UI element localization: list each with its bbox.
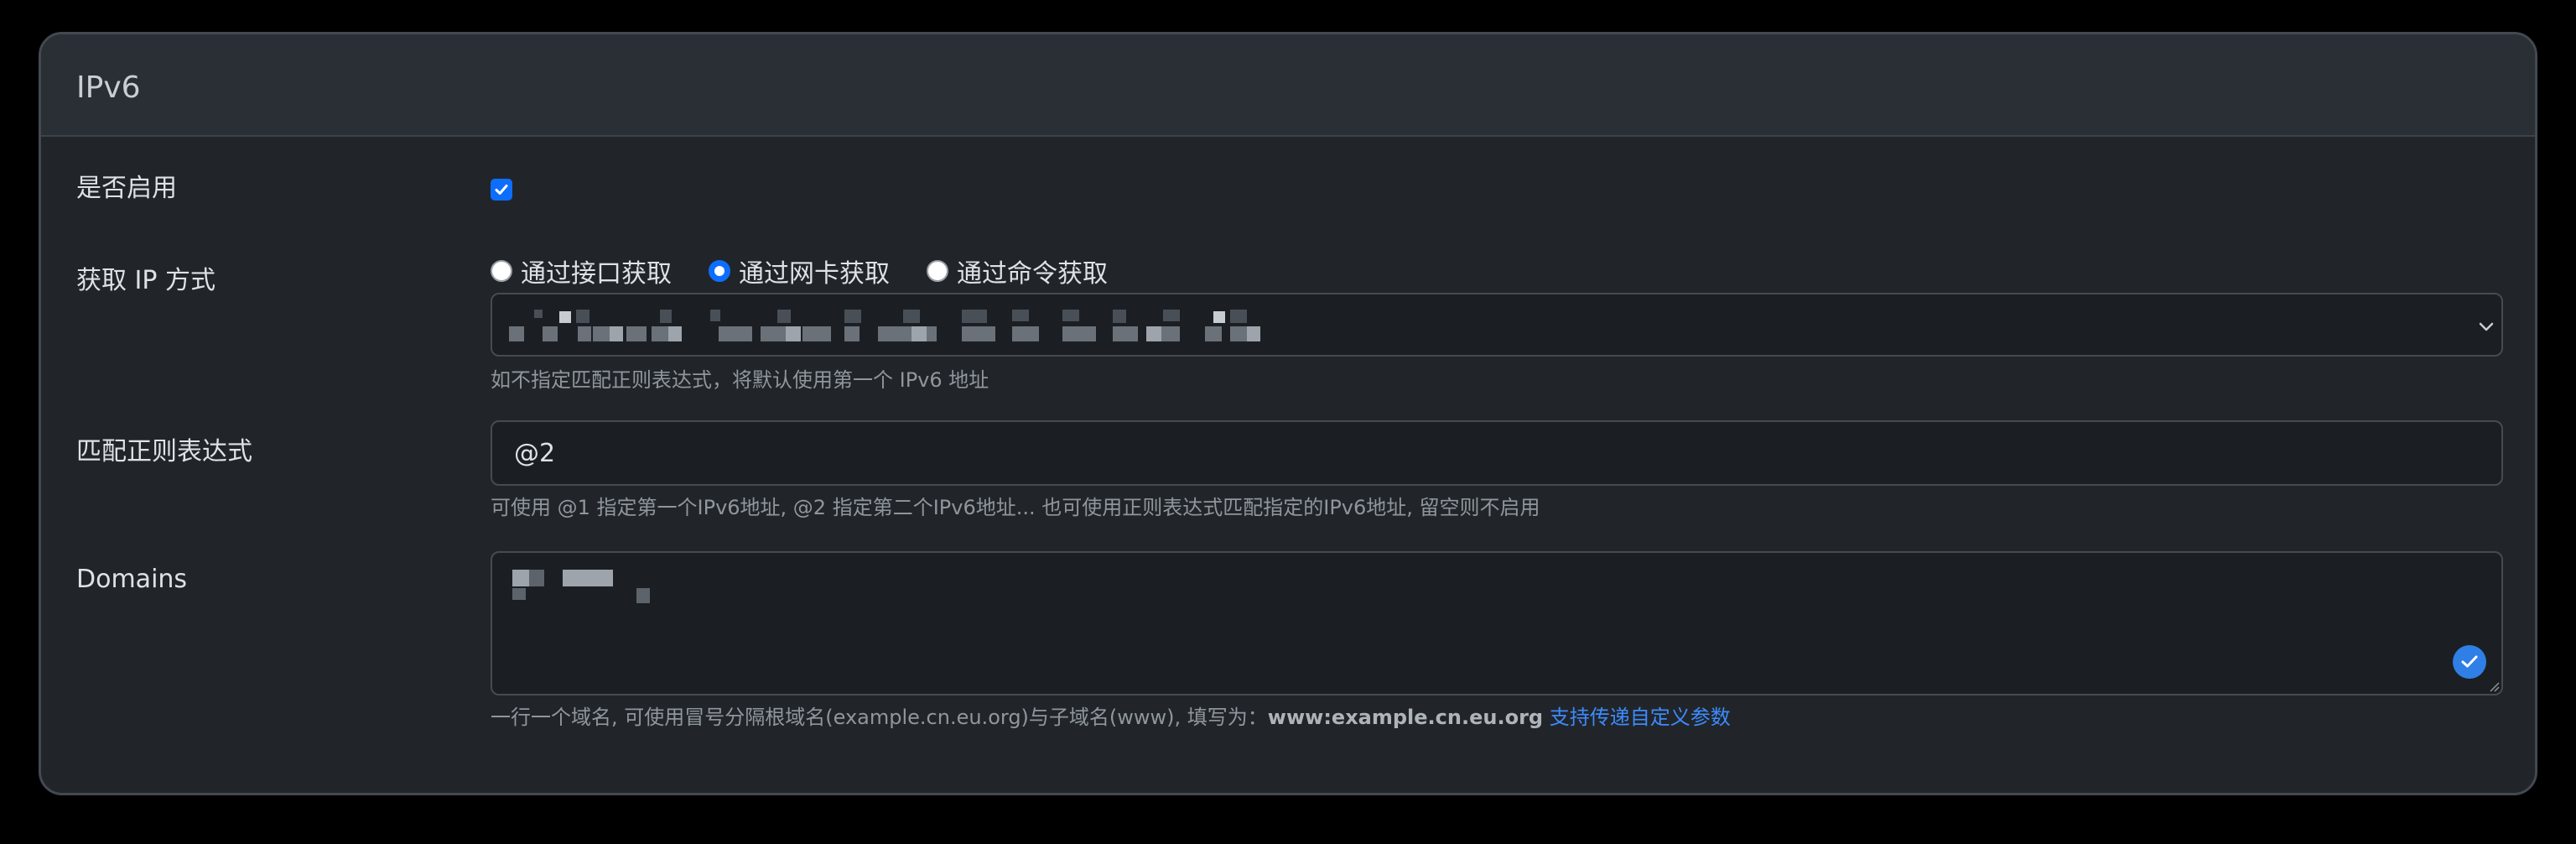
enable-checkbox[interactable] — [491, 179, 512, 201]
card-header: IPv6 — [41, 34, 2535, 137]
redacted-value-pixelation — [509, 310, 1260, 341]
ipv6-settings-card: IPv6 是否启用 获取 IP 方式 通过接口获取 通过网卡获取 通过命令获取 — [39, 32, 2537, 795]
grammar-check-badge[interactable] — [2453, 645, 2486, 679]
checkmark-icon — [495, 185, 508, 195]
chevron-down-icon — [2479, 322, 2494, 331]
radio-button-selected[interactable] — [709, 260, 730, 282]
custom-params-link[interactable]: 支持传递自定义参数 — [1550, 706, 1731, 729]
regex-input-wrapper — [491, 420, 2503, 486]
enable-label: 是否启用 — [76, 174, 177, 203]
regex-input[interactable] — [492, 422, 2501, 484]
domains-textarea[interactable] — [491, 551, 2503, 696]
regex-help-text: 可使用 @1 指定第一个IPv6地址, @2 指定第二个IPv6地址... 也可… — [491, 496, 1540, 519]
domains-help-prefix: 一行一个域名, 可使用冒号分隔根域名(example.cn.eu.org)与子域… — [491, 706, 1268, 729]
ip-method-help-text: 如不指定匹配正则表达式，将默认使用第一个 IPv6 地址 — [491, 368, 989, 392]
radio-option-command[interactable]: 通过命令获取 — [927, 254, 1108, 289]
redacted-domains-pixelation — [512, 570, 650, 603]
regex-label: 匹配正则表达式 — [76, 437, 252, 466]
radio-option-interface[interactable]: 通过接口获取 — [491, 254, 672, 289]
radio-label: 通过网卡获取 — [739, 259, 890, 289]
domains-help-text: 一行一个域名, 可使用冒号分隔根域名(example.cn.eu.org)与子域… — [491, 704, 1731, 731]
ip-method-label: 获取 IP 方式 — [76, 266, 216, 295]
radio-option-netcard[interactable]: 通过网卡获取 — [709, 254, 890, 289]
domains-help-example: www:example.cn.eu.org — [1267, 706, 1544, 729]
radio-button[interactable] — [927, 260, 948, 282]
domains-label: Domains — [76, 565, 188, 594]
card-title: IPv6 — [76, 70, 141, 105]
checkmark-icon — [2461, 655, 2478, 668]
resize-handle-icon[interactable] — [2486, 679, 2500, 692]
radio-label: 通过命令获取 — [957, 259, 1108, 289]
radio-label: 通过接口获取 — [521, 259, 672, 289]
radio-button[interactable] — [491, 260, 512, 282]
network-interface-select[interactable] — [491, 293, 2503, 357]
